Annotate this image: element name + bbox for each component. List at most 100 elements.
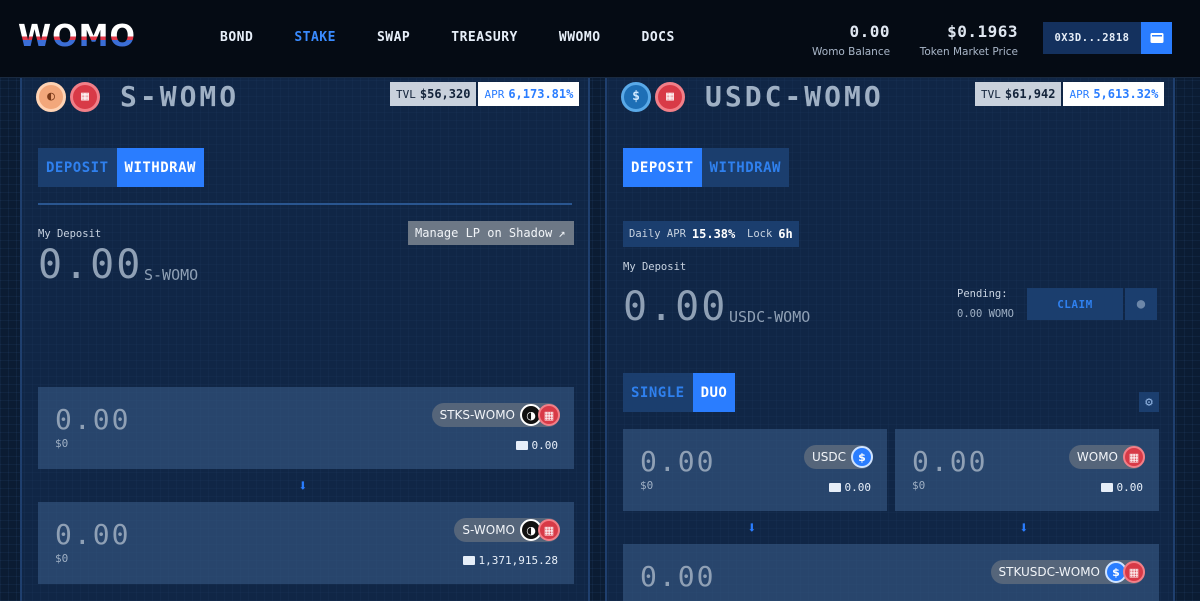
my-deposit-value: 0.00	[38, 242, 143, 288]
womo-token-icon: ▦	[538, 519, 560, 541]
womo-token-icon: ▦	[655, 81, 685, 112]
usdc-token-icon: $	[621, 81, 651, 112]
wallet-icon	[828, 483, 841, 492]
stake-output-box[interactable]: 0.00 STKUSDC-WOMO $ ▦	[623, 544, 1159, 601]
my-deposit-unit: S-WOMO	[144, 266, 199, 284]
womo-token-icon: ▦	[538, 404, 560, 426]
womo-input-box[interactable]: 0.00 $0 WOMO ▦ 0.00	[895, 429, 1159, 511]
token-balance[interactable]: 0.00	[515, 439, 559, 452]
nav-stake[interactable]: STAKE	[294, 30, 336, 46]
amount-input[interactable]: 0.00	[912, 445, 987, 478]
shadow-token-icon: ◐	[36, 81, 66, 112]
womo-balance: 0.00 Womo Balance	[812, 22, 890, 58]
token-balance[interactable]: 1,371,915.28	[462, 554, 558, 567]
wallet-icon	[1150, 33, 1163, 43]
token-label: USDC	[811, 450, 846, 464]
withdraw-from-box[interactable]: 0.00 $0 STKS-WOMO ◑ ▦ 0.00	[38, 387, 574, 469]
tab-withdraw[interactable]: WITHDRAW	[116, 148, 204, 187]
deposit-withdraw-tabs: DEPOSIT WITHDRAW	[38, 148, 204, 187]
usd-value: $0	[640, 479, 654, 492]
token-pill[interactable]: WOMO ▦	[1068, 445, 1145, 469]
wallet-icon	[1100, 483, 1113, 492]
womo-balance-label: Womo Balance	[812, 46, 891, 58]
balance-value: 0.00	[531, 439, 559, 452]
pool-title: USDC-WOMO	[705, 80, 884, 113]
pending-value: 0.00 WOMO	[957, 308, 1014, 320]
top-navigation-bar: WOMO BOND STAKE SWAP TREASURY WWOMO DOCS…	[0, 0, 1200, 78]
lock-chip: Lock 6h	[741, 221, 799, 247]
token-pill[interactable]: USDC $	[803, 445, 873, 469]
amount-output: 0.00	[55, 518, 131, 551]
amount-input[interactable]: 0.00	[55, 403, 130, 436]
tab-deposit[interactable]: DEPOSIT	[623, 148, 702, 187]
apr-badge: APR 6,173.81%	[478, 82, 580, 106]
usd-value: $0	[55, 437, 69, 450]
arrow-down-icon: ⬇	[1019, 518, 1029, 537]
wallet-icon	[462, 556, 475, 565]
usdc-token-icon: $	[851, 446, 873, 468]
balance-value: 0.00	[844, 481, 872, 494]
womo-logo[interactable]: WOMO	[18, 22, 140, 52]
manage-lp-button[interactable]: Manage LP on Shadow ↗	[408, 221, 574, 245]
arrow-down-icon: ⬇	[747, 518, 757, 537]
tvl-badge: TVL $61,942	[975, 82, 1062, 106]
daily-apr-value: 15.38%	[691, 227, 736, 241]
token-balance[interactable]: 0.00	[828, 481, 872, 494]
wallet-icon	[515, 441, 528, 450]
usd-value: $0	[55, 552, 69, 565]
womo-balance-value: 0.00	[849, 22, 890, 41]
wallet-icon-button[interactable]	[1141, 22, 1172, 54]
token-label: S-WOMO	[462, 523, 515, 537]
tab-deposit[interactable]: DEPOSIT	[38, 148, 117, 187]
token-pill[interactable]: S-WOMO ◑ ▦	[454, 518, 560, 542]
token-pill[interactable]: STKS-WOMO ◑ ▦	[431, 403, 560, 427]
pool-header: $ ▦ USDC-WOMO	[621, 80, 884, 113]
tvl-apr-badge: TVL $61,942 APR 5,613.32%	[975, 82, 1165, 106]
my-deposit-label: My Deposit	[623, 261, 687, 273]
nav-treasury[interactable]: TREASURY	[451, 30, 518, 46]
lock-value: 6h	[778, 227, 793, 241]
token-market-price: $0.1963 Token Market Price	[905, 22, 1018, 58]
nav-wwomo[interactable]: WWOMO	[559, 30, 601, 46]
piggy-bank-icon[interactable]: ●	[1125, 288, 1157, 320]
settings-gear-icon[interactable]: ⚙	[1139, 392, 1159, 412]
main-nav: BOND STAKE SWAP TREASURY WWOMO DOCS	[220, 30, 716, 46]
usdc-input-box[interactable]: 0.00 $0 USDC $ 0.00	[623, 429, 887, 511]
usd-value: $0	[912, 479, 926, 492]
nav-swap[interactable]: SWAP	[377, 30, 410, 46]
nav-docs[interactable]: DOCS	[642, 30, 675, 46]
external-link-icon: ↗	[558, 226, 566, 240]
token-pill[interactable]: STKUSDC-WOMO $ ▦	[990, 560, 1145, 584]
wallet-address-button[interactable]: 0X3D...2818	[1043, 22, 1141, 54]
womo-token-icon: ▦	[1123, 561, 1145, 583]
balance-value: 0.00	[1116, 481, 1144, 494]
pool-title: S-WOMO	[120, 80, 240, 113]
my-deposit-label: My Deposit	[38, 228, 102, 240]
daily-apr-label: Daily APR	[629, 228, 686, 240]
tvl-badge: TVL $56,320	[390, 82, 477, 106]
divider	[38, 203, 572, 205]
my-deposit-value: 0.00	[623, 284, 728, 330]
claim-button[interactable]: CLAIM	[1027, 288, 1123, 320]
token-balance[interactable]: 0.00	[1100, 481, 1144, 494]
s-womo-pool-card: ◐ ▦ S-WOMO TVL $56,320 APR 6,173.81% DEPOS…	[20, 60, 590, 601]
apr-value: 5,613.32%	[1093, 87, 1159, 101]
tab-withdraw[interactable]: WITHDRAW	[701, 148, 789, 187]
my-deposit-unit: USDC-WOMO	[729, 308, 811, 326]
tab-single[interactable]: SINGLE	[623, 373, 693, 412]
pending-label: Pending:	[957, 288, 1008, 300]
lock-label: Lock	[747, 228, 773, 240]
tab-duo[interactable]: DUO	[692, 373, 736, 412]
apr-badge: APR 5,613.32%	[1063, 82, 1165, 106]
manage-lp-label: Manage LP on Shadow	[415, 226, 553, 240]
tvl-apr-badge: TVL $56,320 APR 6,173.81%	[390, 82, 580, 106]
withdraw-to-box[interactable]: 0.00 $0 S-WOMO ◑ ▦ 1,371,915.28	[38, 502, 574, 584]
single-duo-tabs: SINGLE DUO	[623, 373, 736, 412]
nav-bond[interactable]: BOND	[220, 30, 253, 46]
token-price-label: Token Market Price	[919, 46, 1018, 58]
token-label: STKS-WOMO	[439, 408, 515, 422]
womo-token-icon: ▦	[1123, 446, 1145, 468]
balance-value: 1,371,915.28	[478, 554, 558, 567]
womo-token-icon: ▦	[70, 81, 100, 112]
amount-input[interactable]: 0.00	[640, 445, 715, 478]
